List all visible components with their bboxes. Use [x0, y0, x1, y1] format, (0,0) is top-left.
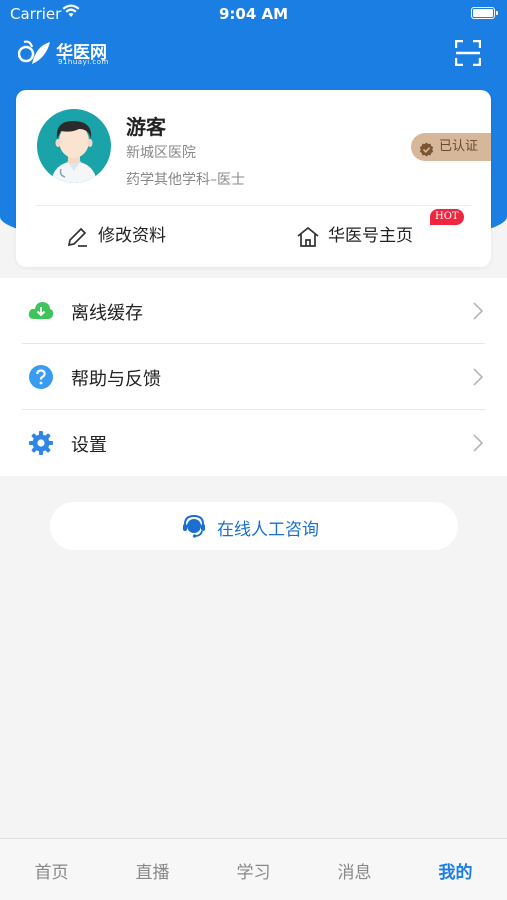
tab-bar: 首页 直播 学习 消息 我的: [0, 838, 507, 900]
scan-icon: [454, 39, 482, 67]
tab-live[interactable]: 直播: [102, 858, 203, 883]
chevron-right-icon: [473, 368, 484, 390]
logo-domain: 91huayi.com: [58, 58, 109, 66]
chevron-right-icon: [473, 434, 484, 456]
user-name: 游客: [126, 115, 166, 139]
menu-label: 帮助与反馈: [71, 369, 161, 390]
menu-label: 离线缓存: [71, 303, 143, 324]
edit-icon: [66, 225, 90, 260]
homepage-button[interactable]: 华医号主页: [296, 220, 446, 252]
edit-profile-button[interactable]: 修改资料: [66, 220, 196, 252]
home-icon: [296, 225, 320, 260]
department-title: 药学其他学科–医士: [126, 172, 245, 188]
homepage-label: 华医号主页: [328, 226, 413, 246]
tab-study[interactable]: 学习: [203, 858, 304, 883]
online-consult-label: 在线人工咨询: [217, 520, 319, 540]
tab-mine[interactable]: 我的: [405, 858, 506, 883]
clock: 9:04 AM: [218, 5, 289, 23]
online-consult-button[interactable]: 在线人工咨询: [50, 502, 458, 550]
menu-item-settings[interactable]: 设置: [0, 410, 507, 476]
menu-item-help-feedback[interactable]: 帮助与反馈: [0, 344, 507, 410]
avatar[interactable]: [37, 109, 111, 183]
menu-list: 离线缓存 帮助与反馈 设置: [0, 278, 507, 476]
hot-badge: HOT: [430, 209, 464, 225]
tab-home[interactable]: 首页: [1, 858, 102, 883]
menu-item-offline-cache[interactable]: 离线缓存: [0, 278, 507, 344]
card-divider: [36, 205, 471, 206]
scan-button[interactable]: [454, 39, 482, 67]
verified-label: 已认证: [439, 139, 479, 154]
leaf-logo-icon: [17, 38, 52, 72]
verified-badge: 已认证: [411, 133, 491, 161]
menu-label: 设置: [71, 435, 107, 456]
question-icon: [28, 364, 54, 390]
gear-icon: [28, 430, 54, 456]
status-bar: Carrier 9:04 AM: [0, 0, 507, 28]
hospital-name: 新城区医院: [126, 145, 196, 161]
cloud-download-icon: [28, 298, 54, 324]
headset-icon: [182, 514, 206, 542]
chevron-right-icon: [473, 302, 484, 324]
battery-icon: [471, 7, 498, 19]
verified-icon: [419, 140, 434, 168]
tab-messages[interactable]: 消息: [304, 858, 405, 883]
edit-profile-label: 修改资料: [98, 226, 166, 246]
